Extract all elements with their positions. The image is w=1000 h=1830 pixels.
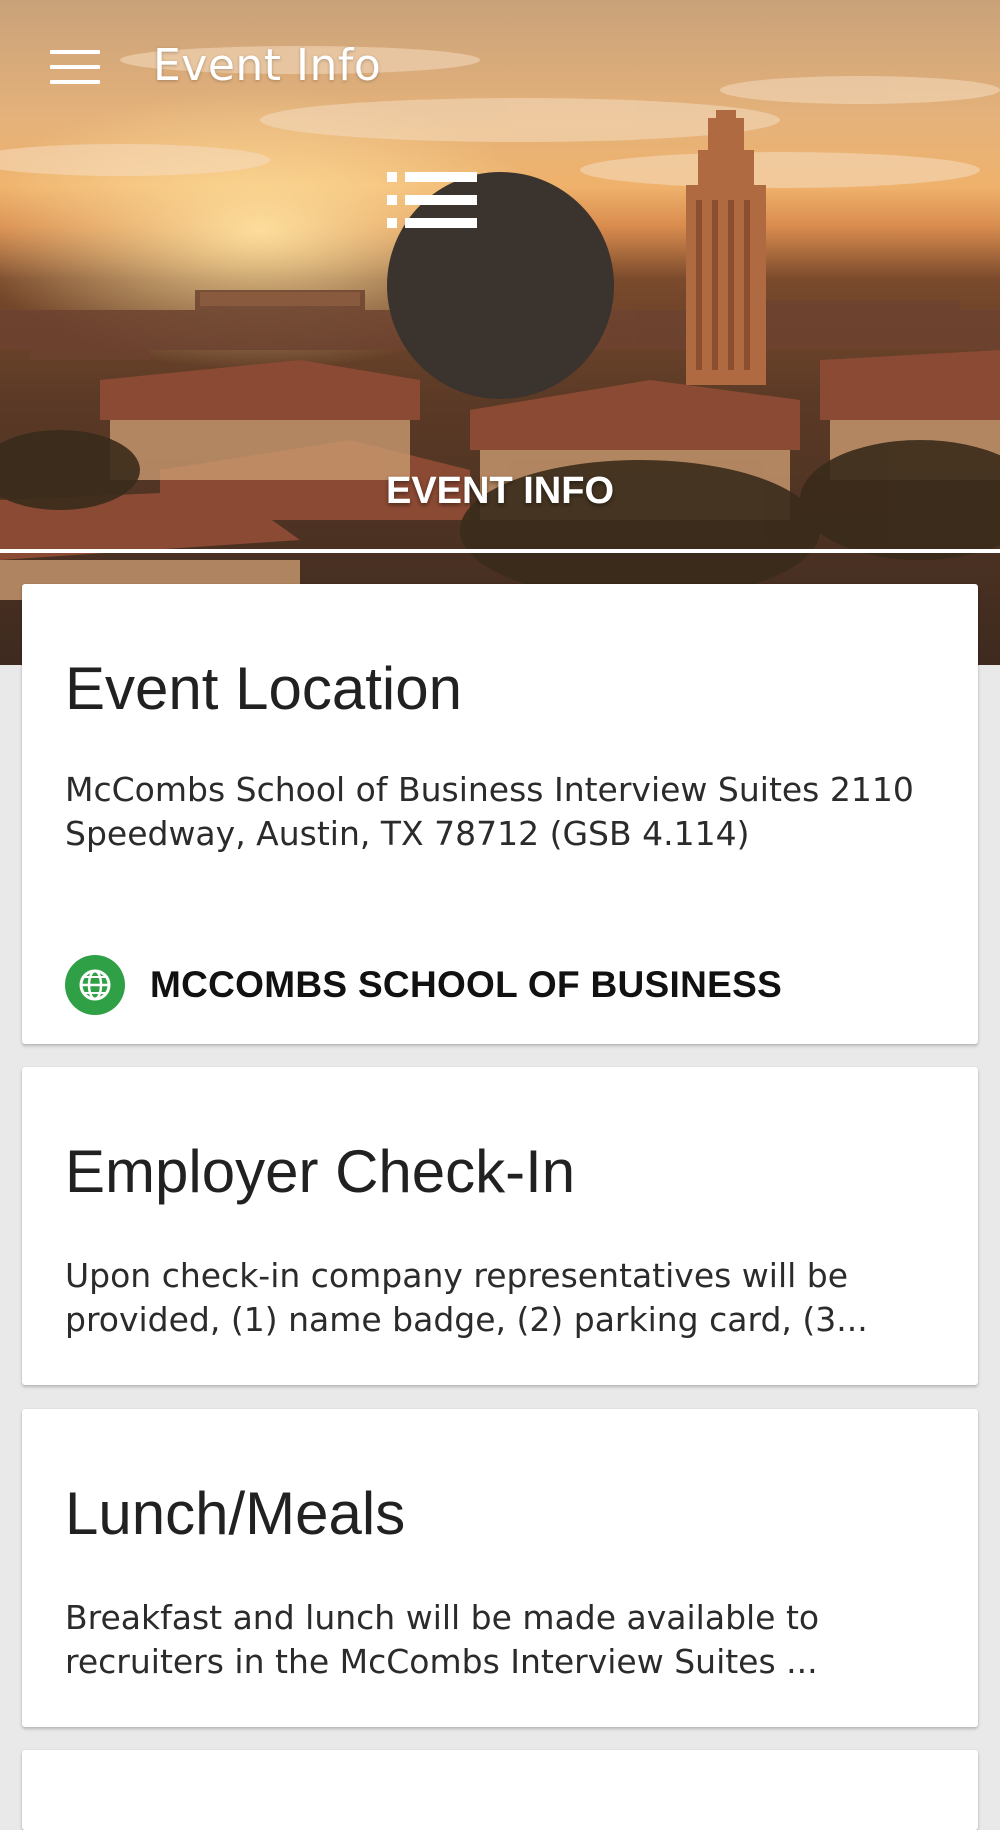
card-employer-check-in[interactable]: Employer Check-In Upon check-in company … <box>22 1067 978 1385</box>
card-next[interactable] <box>22 1750 978 1830</box>
hero-list-badge <box>387 172 614 399</box>
list-icon <box>387 172 477 228</box>
card-body: Upon check-in company representatives wi… <box>65 1256 868 1339</box>
card-lunch-meals[interactable]: Lunch/Meals Breakfast and lunch will be … <box>22 1409 978 1727</box>
card-body: Breakfast and lunch will be made availab… <box>65 1598 820 1681</box>
card-title: Lunch/Meals <box>65 1480 406 1547</box>
app-bar: Event Info <box>0 0 1000 134</box>
hamburger-menu-icon[interactable] <box>50 50 100 84</box>
card-body: McCombs School of Business Interview Sui… <box>65 770 914 853</box>
hero-label: EVENT INFO <box>385 470 615 512</box>
card-title: Employer Check-In <box>65 1138 576 1205</box>
card-event-location[interactable]: Event Location McCombs School of Busines… <box>22 584 978 1044</box>
website-link-label: MCCOMBS SCHOOL OF BUSINESS <box>150 964 783 1005</box>
card-title: Event Location <box>65 655 462 722</box>
hero-divider <box>0 549 1000 553</box>
globe-icon <box>65 955 125 1015</box>
website-link[interactable]: MCCOMBS SCHOOL OF BUSINESS <box>65 955 782 1015</box>
app-title: Event Info <box>153 40 382 91</box>
